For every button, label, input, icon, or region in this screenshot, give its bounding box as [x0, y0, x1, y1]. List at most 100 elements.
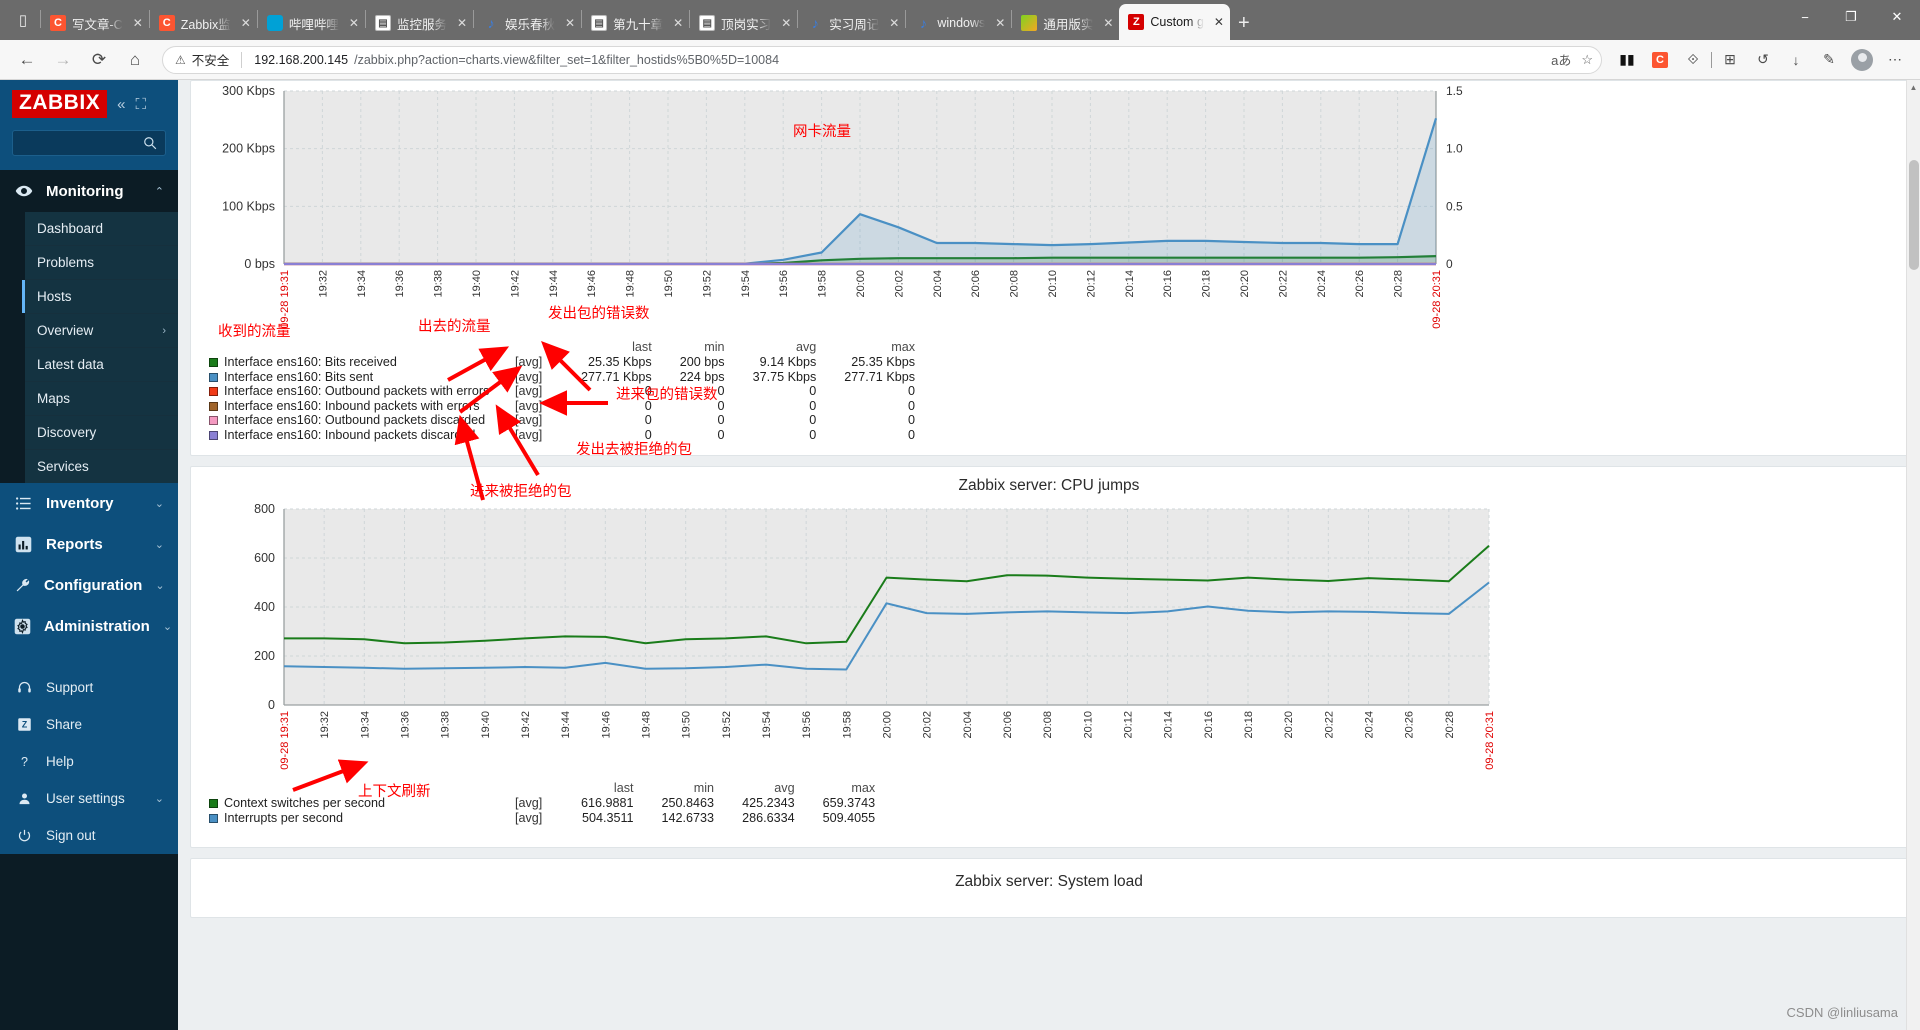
- tab-close-icon[interactable]: ✕: [885, 16, 899, 30]
- new-tab-button[interactable]: +: [1238, 12, 1250, 35]
- home-button[interactable]: ⌂: [118, 45, 152, 75]
- extensions-icon[interactable]: ⟐: [1678, 45, 1708, 75]
- window-close-button[interactable]: ✕: [1874, 0, 1920, 34]
- page-scrollbar[interactable]: ▲: [1906, 80, 1920, 1030]
- eye-icon: [14, 182, 33, 200]
- legend-header-min: min: [693, 781, 715, 795]
- browser-tab-1[interactable]: C 写文章-C ✕: [41, 6, 149, 40]
- back-button[interactable]: ←: [10, 45, 44, 75]
- svg-text:19:40: 19:40: [480, 711, 492, 739]
- sidebar-item-problems[interactable]: Problems: [25, 245, 178, 279]
- collections-pen-icon[interactable]: ✎: [1814, 45, 1844, 75]
- more-settings-icon[interactable]: ⋯: [1880, 45, 1910, 75]
- svg-text:1.5: 1.5: [1446, 84, 1463, 98]
- sidebar-group-reports[interactable]: Reports ⌄: [0, 524, 178, 565]
- browser-tab-5[interactable]: ♪ 娱乐春秋 ✕: [474, 6, 581, 40]
- cpu-jumps-graph[interactable]: 0 200 400 600 800 09-28 19:31 19:32 19:34 19:36 1…: [191, 497, 1907, 777]
- tab-close-icon[interactable]: ✕: [777, 16, 791, 30]
- url-input[interactable]: ⚠ 不安全 192.168.200.145/zabbix.php?action=…: [162, 45, 1602, 74]
- sidebar-group-label: Configuration: [44, 577, 143, 594]
- profile-avatar-icon[interactable]: [1847, 45, 1877, 75]
- tab-close-icon[interactable]: ✕: [129, 16, 143, 30]
- sidebar-item-share[interactable]: Z Share: [0, 706, 178, 743]
- svg-text:09-28 19:31: 09-28 19:31: [279, 711, 291, 770]
- network-graph[interactable]: 0 bps 100 Kbps 200 Kbps 300 Kbps 09-28 19:31…: [191, 81, 1907, 336]
- split-screen-icon[interactable]: ⊞: [1715, 45, 1745, 75]
- legend-color-swatch: [209, 813, 218, 823]
- svg-text:19:58: 19:58: [817, 270, 829, 298]
- toolbar-divider: [1711, 51, 1712, 68]
- content-scroll-area[interactable]: 0 bps 100 Kbps 200 Kbps 300 Kbps 09-28 19:31…: [178, 80, 1920, 1030]
- chevron-icon: ⌄: [154, 498, 164, 510]
- downloads-icon[interactable]: ↓: [1781, 45, 1811, 75]
- svg-text:200: 200: [254, 649, 275, 663]
- sidebar-item-discovery[interactable]: Discovery: [25, 415, 178, 449]
- browser-tab-10[interactable]: 通用版实 ✕: [1012, 6, 1119, 40]
- sidebar-item-services[interactable]: Services: [25, 449, 178, 483]
- browser-tab-6[interactable]: ▤ 第九十章 ✕: [582, 6, 689, 40]
- svg-text:20:02: 20:02: [893, 270, 905, 298]
- sidebar-item-sign-out[interactable]: Sign out: [0, 817, 178, 854]
- search-icon: [144, 137, 157, 150]
- browser-tab-7[interactable]: ▤ 顶岗实习 ✕: [690, 6, 797, 40]
- expand-sidebar-icon[interactable]: ⛶: [136, 96, 147, 113]
- svg-text:19:48: 19:48: [625, 270, 637, 298]
- browser-tab-8[interactable]: ♪ 实习周记 ✕: [798, 6, 905, 40]
- tab-close-icon[interactable]: ✕: [1099, 16, 1113, 30]
- forward-button[interactable]: →: [46, 45, 80, 75]
- cpu-jumps-graph-svg: 0 200 400 600 800 09-28 19:31 19:32 19:34 19:36 1…: [254, 502, 1496, 770]
- collapse-sidebar-icon[interactable]: «: [117, 96, 125, 113]
- sidebar-item-maps[interactable]: Maps: [25, 381, 178, 415]
- tab-close-icon[interactable]: ✕: [237, 16, 251, 30]
- sidebar-item-support[interactable]: Support: [0, 669, 178, 706]
- browser-tab-9[interactable]: ♪ windows ✕: [906, 6, 1011, 40]
- history-icon[interactable]: ↺: [1748, 45, 1778, 75]
- legend-series-name: Interface ens160: Bits received: [205, 355, 515, 370]
- svg-text:20:04: 20:04: [932, 270, 944, 298]
- sidebar-group-administration[interactable]: Administration ⌄: [0, 606, 178, 647]
- legend-aggregation: [avg]: [515, 384, 543, 398]
- legend-value-max: 0: [908, 398, 916, 413]
- tab-close-icon[interactable]: ✕: [561, 16, 575, 30]
- zabbix-logo[interactable]: ZABBIX: [12, 90, 108, 118]
- sidebar-group-label: Monitoring: [46, 182, 124, 200]
- sidebar-search-input[interactable]: [12, 130, 166, 156]
- chevron-icon: ⌄: [162, 621, 173, 633]
- sidebar-group-monitoring[interactable]: Monitoring ⌃: [0, 170, 178, 212]
- browser-tab-3[interactable]: 哔哩哔哩 ✕: [258, 6, 365, 40]
- sidebar-item-dashboard[interactable]: Dashboard: [25, 212, 178, 245]
- scroll-up-arrow[interactable]: ▲: [1907, 80, 1920, 94]
- tab-close-icon[interactable]: ✕: [991, 16, 1005, 30]
- reader-mode-icon[interactable]: aあ: [1551, 50, 1571, 69]
- legend-color-swatch: [209, 387, 218, 396]
- browser-tab-11[interactable]: Z Custom g ✕: [1119, 4, 1230, 40]
- browser-tab-4[interactable]: ▤ 监控服务 ✕: [366, 6, 473, 40]
- browser-tab-2[interactable]: C Zabbix监 ✕: [150, 6, 257, 40]
- favorite-star-icon[interactable]: ☆: [1581, 52, 1593, 68]
- collections-icon[interactable]: ▮▮: [1612, 45, 1642, 75]
- tab-close-icon[interactable]: ✕: [345, 16, 359, 30]
- browser-tab-label: 第九十章: [613, 17, 664, 32]
- legend-value-avg: 9.14 Kbps: [759, 355, 817, 369]
- sidebar-item-user-settings[interactable]: User settings ⌄: [0, 780, 178, 817]
- csdn-extension-icon[interactable]: C: [1645, 45, 1675, 75]
- svg-text:09-28 20:31: 09-28 20:31: [1431, 270, 1443, 329]
- scrollbar-thumb[interactable]: [1909, 160, 1919, 270]
- tab-close-icon[interactable]: ✕: [453, 16, 467, 30]
- minimize-button[interactable]: −: [1782, 0, 1828, 34]
- sidebar-item-help[interactable]: ? Help: [0, 743, 178, 780]
- sidebar-item-overview[interactable]: Overview ›: [25, 313, 178, 347]
- sidebar-group-configuration[interactable]: Configuration ⌄: [0, 565, 178, 606]
- legend-value-max: 0: [908, 384, 916, 398]
- tab-close-icon[interactable]: ✕: [669, 16, 683, 30]
- svg-text:20:24: 20:24: [1316, 270, 1328, 298]
- legend-header-last: last: [613, 781, 634, 795]
- maximize-button[interactable]: ❐: [1828, 0, 1874, 34]
- sidebar-group-inventory[interactable]: Inventory ⌄: [0, 483, 178, 524]
- tab-close-icon[interactable]: ✕: [1210, 15, 1224, 29]
- sidebar-item-latest-data[interactable]: Latest data: [25, 347, 178, 381]
- tab-search-icon[interactable]: ▯: [6, 3, 40, 37]
- url-host-text: 192.168.200.145: [254, 52, 349, 67]
- reload-button[interactable]: ⟳: [82, 45, 116, 75]
- sidebar-item-hosts[interactable]: Hosts: [22, 279, 178, 313]
